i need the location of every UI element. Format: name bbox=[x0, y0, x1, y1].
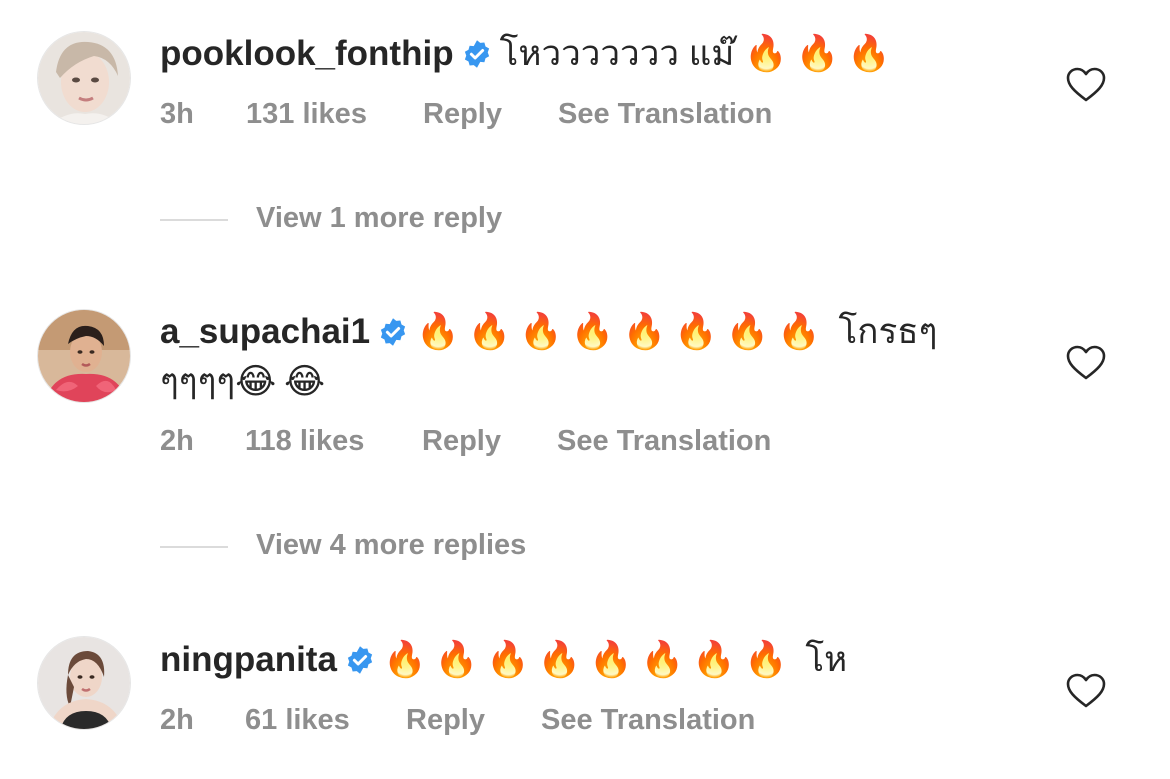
likes-count[interactable]: 131 likes bbox=[246, 98, 367, 131]
comment-time: 2h bbox=[160, 425, 194, 457]
verified-badge-icon bbox=[462, 33, 492, 83]
comment-text-line: pooklook_fonthip โหววววววว แม๊ 🔥🔥🔥 bbox=[160, 29, 899, 83]
replies-divider bbox=[160, 546, 228, 548]
comment-body: โห bbox=[805, 640, 848, 679]
comment-emoji: 🔥🔥🔥🔥🔥🔥🔥🔥 bbox=[382, 640, 796, 679]
view-more-replies-label[interactable]: View 4 more replies bbox=[256, 529, 526, 562]
replies-divider bbox=[160, 219, 228, 221]
verified-badge-icon bbox=[345, 639, 375, 689]
comment-text-line: a_supachai1 🔥🔥🔥🔥🔥🔥🔥🔥 โกรธๆ bbox=[160, 307, 937, 361]
username[interactable]: a_supachai1 bbox=[160, 312, 370, 351]
username[interactable]: ningpanita bbox=[160, 640, 337, 679]
comment-body: โหววววววว แม๊ bbox=[499, 34, 735, 73]
comment-emoji: 🔥🔥🔥 bbox=[744, 34, 899, 73]
heart-outline-icon[interactable] bbox=[1066, 345, 1106, 381]
view-more-replies-label[interactable]: View 1 more reply bbox=[256, 202, 502, 235]
comment-time: 3h bbox=[160, 98, 194, 130]
avatar[interactable] bbox=[37, 636, 131, 730]
comment-emoji-2: 😂😂 bbox=[235, 362, 333, 401]
comment-emoji: 🔥🔥🔥🔥🔥🔥🔥🔥 bbox=[416, 312, 829, 351]
comment-body-continued: ๆๆๆๆ bbox=[160, 362, 236, 401]
see-translation-button[interactable]: See Translation bbox=[541, 704, 755, 737]
see-translation-button[interactable]: See Translation bbox=[557, 425, 771, 458]
comment-time: 2h bbox=[160, 704, 194, 736]
username[interactable]: pooklook_fonthip bbox=[160, 34, 454, 73]
heart-outline-icon[interactable] bbox=[1066, 67, 1106, 103]
reply-button[interactable]: Reply bbox=[423, 98, 502, 131]
comment-text-line-2: ๆๆๆๆ😂😂 bbox=[160, 357, 333, 407]
likes-count[interactable]: 61 likes bbox=[245, 704, 350, 737]
see-translation-button[interactable]: See Translation bbox=[558, 98, 772, 131]
avatar[interactable] bbox=[37, 309, 131, 403]
heart-outline-icon[interactable] bbox=[1066, 673, 1106, 709]
likes-count[interactable]: 118 likes bbox=[245, 425, 364, 458]
reply-button[interactable]: Reply bbox=[422, 425, 501, 458]
reply-button[interactable]: Reply bbox=[406, 704, 485, 737]
comment-body: โกรธๆ bbox=[838, 312, 938, 351]
verified-badge-icon bbox=[378, 311, 408, 361]
avatar[interactable] bbox=[37, 31, 131, 125]
comment-text-line: ningpanita 🔥🔥🔥🔥🔥🔥🔥🔥 โห bbox=[160, 635, 847, 689]
